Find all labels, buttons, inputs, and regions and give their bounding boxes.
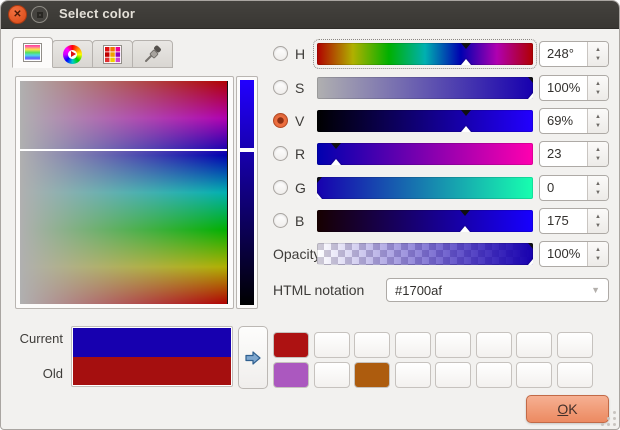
value-label: V bbox=[295, 108, 315, 134]
titlebar: ✕ Select color bbox=[1, 1, 619, 29]
swatch-cell[interactable] bbox=[354, 332, 390, 358]
radio-value[interactable] bbox=[273, 113, 288, 128]
value-spinbox[interactable]: 69% ▲ ▼ bbox=[539, 108, 609, 134]
opacity-spinbox[interactable]: 100% ▲ ▼ bbox=[539, 241, 609, 267]
hue-spinbox-value[interactable]: 248° bbox=[540, 42, 587, 66]
blue-label: B bbox=[295, 208, 315, 234]
hue-spin-buttons[interactable]: ▲ ▼ bbox=[587, 42, 608, 66]
current-color-swatch bbox=[73, 328, 231, 357]
old-label: Old bbox=[1, 366, 63, 381]
swatch-cell[interactable] bbox=[557, 332, 593, 358]
radio-hue[interactable] bbox=[273, 46, 288, 61]
swatch-grid bbox=[273, 332, 593, 388]
hue-spinbox[interactable]: 248° ▲ ▼ bbox=[539, 41, 609, 67]
hue-label: H bbox=[295, 41, 315, 67]
html-notation-label: HTML notation bbox=[273, 277, 364, 303]
spin-up-icon[interactable]: ▲ bbox=[595, 147, 601, 153]
saturation-spinbox[interactable]: 100% ▲ ▼ bbox=[539, 75, 609, 101]
ok-button[interactable]: OK bbox=[526, 395, 609, 423]
spin-down-icon[interactable]: ▼ bbox=[595, 256, 601, 262]
red-slider[interactable] bbox=[317, 143, 533, 165]
current-label: Current bbox=[1, 331, 63, 346]
value-spinbox-value[interactable]: 69% bbox=[540, 109, 587, 133]
swatch-cell[interactable] bbox=[354, 362, 390, 388]
swatch-cell[interactable] bbox=[557, 362, 593, 388]
spin-down-icon[interactable]: ▼ bbox=[595, 123, 601, 129]
spin-up-icon[interactable]: ▲ bbox=[595, 247, 601, 253]
green-slider[interactable] bbox=[317, 177, 533, 199]
opacity-slider[interactable] bbox=[317, 243, 533, 265]
spin-up-icon[interactable]: ▲ bbox=[595, 114, 601, 120]
green-label: G bbox=[295, 175, 315, 201]
red-spinbox[interactable]: 23 ▲ ▼ bbox=[539, 141, 609, 167]
unmaximize-button[interactable] bbox=[31, 6, 48, 23]
html-notation-value[interactable]: #1700af bbox=[395, 283, 591, 298]
swatch-cell[interactable] bbox=[476, 332, 512, 358]
html-notation-combo[interactable]: #1700af ▼ bbox=[386, 278, 609, 302]
swatch-cell[interactable] bbox=[516, 362, 552, 388]
swatch-cell[interactable] bbox=[314, 332, 350, 358]
opacity-spin-buttons[interactable]: ▲ ▼ bbox=[587, 242, 608, 266]
swatch-cell[interactable] bbox=[516, 332, 552, 358]
green-spinbox-value[interactable]: 0 bbox=[540, 176, 587, 200]
blue-spinbox[interactable]: 175 ▲ ▼ bbox=[539, 208, 609, 234]
red-label: R bbox=[295, 141, 315, 167]
resize-grip[interactable] bbox=[613, 423, 616, 426]
swatch-cell[interactable] bbox=[314, 362, 350, 388]
select-color-dialog: ✕ Select color bbox=[0, 0, 620, 430]
blue-slider[interactable] bbox=[317, 210, 533, 232]
green-spinbox[interactable]: 0 ▲ ▼ bbox=[539, 175, 609, 201]
close-button[interactable]: ✕ bbox=[8, 5, 27, 24]
swatch-cell[interactable] bbox=[273, 362, 309, 388]
saturation-spin-buttons[interactable]: ▲ ▼ bbox=[587, 76, 608, 100]
value-spin-buttons[interactable]: ▲ ▼ bbox=[587, 109, 608, 133]
swatch-cell[interactable] bbox=[395, 332, 431, 358]
radio-blue[interactable] bbox=[273, 213, 288, 228]
value-slider[interactable] bbox=[317, 110, 533, 132]
radio-saturation[interactable] bbox=[273, 80, 288, 95]
red-spinbox-value[interactable]: 23 bbox=[540, 142, 587, 166]
close-icon: ✕ bbox=[13, 9, 21, 20]
saturation-label: S bbox=[295, 75, 315, 101]
window-title: Select color bbox=[59, 6, 135, 21]
old-color-swatch bbox=[73, 357, 231, 386]
color-box-icon bbox=[23, 43, 42, 62]
swatch-cell[interactable] bbox=[435, 362, 471, 388]
spin-up-icon[interactable]: ▲ bbox=[595, 181, 601, 187]
swatch-cell[interactable] bbox=[395, 362, 431, 388]
blue-spinbox-value[interactable]: 175 bbox=[540, 209, 587, 233]
spin-up-icon[interactable]: ▲ bbox=[595, 47, 601, 53]
opacity-spinbox-value[interactable]: 100% bbox=[540, 242, 587, 266]
swatch-cell[interactable] bbox=[273, 332, 309, 358]
hue-slider[interactable] bbox=[317, 43, 533, 65]
spin-up-icon[interactable]: ▲ bbox=[595, 214, 601, 220]
spin-down-icon[interactable]: ▼ bbox=[595, 90, 601, 96]
spin-down-icon[interactable]: ▼ bbox=[595, 56, 601, 62]
unmaximize-icon bbox=[37, 12, 43, 18]
spin-down-icon[interactable]: ▼ bbox=[595, 156, 601, 162]
radio-green[interactable] bbox=[273, 180, 288, 195]
swatch-cell[interactable] bbox=[435, 332, 471, 358]
add-to-swatches-button[interactable] bbox=[238, 326, 268, 389]
tab-color-box[interactable] bbox=[12, 37, 53, 68]
radio-red[interactable] bbox=[273, 146, 288, 161]
red-spin-buttons[interactable]: ▲ ▼ bbox=[587, 142, 608, 166]
spin-up-icon[interactable]: ▲ bbox=[595, 81, 601, 87]
green-spin-buttons[interactable]: ▲ ▼ bbox=[587, 176, 608, 200]
spin-down-icon[interactable]: ▼ bbox=[595, 223, 601, 229]
opacity-label: Opacity bbox=[273, 241, 320, 267]
swatch-cell[interactable] bbox=[476, 362, 512, 388]
right-arrow-icon bbox=[243, 348, 263, 368]
spin-down-icon[interactable]: ▼ bbox=[595, 190, 601, 196]
saturation-spinbox-value[interactable]: 100% bbox=[540, 76, 587, 100]
combo-dropdown-icon[interactable]: ▼ bbox=[591, 285, 600, 295]
blue-spin-buttons[interactable]: ▲ ▼ bbox=[587, 209, 608, 233]
color-preview-box bbox=[71, 326, 233, 387]
saturation-slider[interactable] bbox=[317, 77, 533, 99]
